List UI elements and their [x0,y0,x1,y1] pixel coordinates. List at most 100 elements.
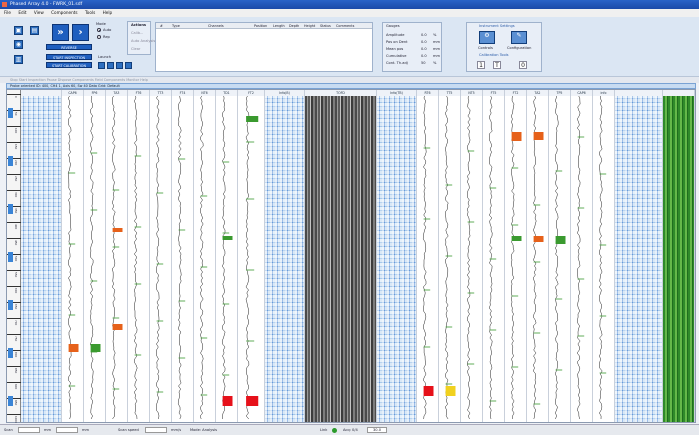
indication-mark[interactable] [90,344,101,352]
bscan-strip[interactable] [615,96,663,422]
action-clear[interactable]: Clear [131,47,140,51]
title-bar: Phased Array 4.0 - FWRK_01.sdf [0,0,699,9]
configuration-icon[interactable]: ✎ [511,31,527,44]
trace-line [89,96,94,420]
mode-rep-radio[interactable] [97,35,101,39]
scan-unit: mm [44,428,52,432]
gauge-value-3: 0.0 [421,47,427,51]
col-depth: Depth [289,24,300,28]
ascan-strip[interactable] [216,96,238,422]
bscan-strip[interactable] [377,96,417,422]
open-file-button[interactable]: ▣ [14,26,23,35]
indication-mark[interactable] [222,236,233,240]
forward-button[interactable]: › [72,24,89,41]
mode-auto-radio[interactable] [97,28,101,32]
launch-button-4[interactable] [125,62,132,69]
menu-edit[interactable]: Edit [18,10,26,15]
col-type: Type [172,24,180,28]
ruler-tick [7,222,21,223]
ascan-strip[interactable] [505,96,527,422]
ascan-strip[interactable] [527,96,549,422]
controls-icon[interactable]: ⚙ [479,31,495,44]
ascan-strip[interactable] [417,96,439,422]
ascan-trace [598,96,607,420]
calib-value-2[interactable]: T [493,61,501,69]
ascan-trace [133,96,142,420]
tofd-strip[interactable] [305,96,377,422]
indication-mark[interactable] [246,396,259,406]
actions-group: Actions Calib... Auto Analysis... Clear [127,21,159,55]
ascan-strip[interactable] [194,96,216,422]
ascan-strip[interactable] [106,96,128,422]
start-calibration-button[interactable]: START CALIBRATION [46,62,92,68]
indication-mark[interactable] [533,132,544,140]
ruler-tick [7,286,21,287]
menu-tools[interactable]: Tools [85,10,95,15]
indication-mark[interactable] [112,228,123,232]
gauge-value-5: 50 [421,61,426,65]
ruler-label: 200 [14,160,18,166]
ruler-label: 250 [14,176,18,182]
ascan-trace [221,96,233,420]
action-calib[interactable]: Calib... [131,31,143,35]
indication-mark[interactable] [511,236,522,241]
indication-mark[interactable] [445,386,456,396]
menu-help[interactable]: Help [103,10,113,15]
indication-mark[interactable] [423,386,434,396]
calib-value-3[interactable]: 0 [519,61,527,69]
step-field[interactable] [56,427,78,433]
launch-button-3[interactable] [116,62,123,69]
ruler-marker [8,108,13,118]
mode-auto-label: Auto [103,28,112,32]
ascan-strip[interactable] [549,96,571,422]
launch-button-1[interactable] [98,62,105,69]
indication-mark[interactable] [68,344,79,352]
layout-button[interactable]: ▥ [14,55,23,64]
ascan-strip[interactable] [571,96,593,422]
indication-mark[interactable] [555,236,566,244]
save-file-button[interactable]: ▤ [30,26,39,35]
start-inspection-button[interactable]: START INSPECTION [46,54,92,60]
settings-button[interactable]: ◉ [14,40,23,49]
ascan-trace [510,96,522,420]
indication-mark[interactable] [246,116,259,122]
ascan-strip[interactable] [84,96,106,422]
coverage-strip[interactable] [663,96,695,422]
gauge-label-4: Cumulative [386,54,407,58]
scan-field[interactable] [18,427,40,433]
ascan-strip[interactable] [128,96,150,422]
menu-file[interactable]: File [4,10,11,15]
acq-status: Acq: 0/4 [343,428,358,432]
ruler-label: 1000 [14,416,18,424]
instrument-settings-group: Instrument Settings ⚙ ✎ Controls Configu… [466,22,542,72]
trace-line [177,96,182,420]
forward-fast-button[interactable]: » [52,24,69,41]
ruler-label: 100 [14,128,18,134]
ascan-strip[interactable] [483,96,505,422]
scan-speed-field[interactable] [145,427,167,433]
launch-button-2[interactable] [107,62,114,69]
ascan-strip[interactable] [150,96,172,422]
ascan-strip[interactable] [172,96,194,422]
indication-mark[interactable] [222,396,233,406]
ascan-strip[interactable] [238,96,265,422]
bscan-strip[interactable] [265,96,305,422]
ascan-strip[interactable] [461,96,483,422]
calib-value-1[interactable]: 1 [477,61,485,69]
ruler-marker [8,252,13,262]
channel-view[interactable]: 0 50 100 150 200 250 300 350 400 450 500 550 600 650 7… [6,89,696,423]
ruler-tick [7,126,21,127]
ascan-strip[interactable] [62,96,84,422]
ascan-strip[interactable] [593,96,615,422]
ruler-tick [7,174,21,175]
indication-mark[interactable] [112,324,123,330]
indications-table[interactable]: # Type Channels Position Length Depth He… [155,22,373,72]
bscan-strip[interactable] [21,96,62,422]
reverse-button[interactable]: REVERSE [46,44,92,50]
menu-view[interactable]: View [34,10,44,15]
indication-mark[interactable] [511,132,522,141]
indication-mark[interactable] [533,236,544,242]
ascan-trace [199,96,208,420]
menu-components[interactable]: Components [51,10,78,15]
ascan-strip[interactable] [439,96,461,422]
